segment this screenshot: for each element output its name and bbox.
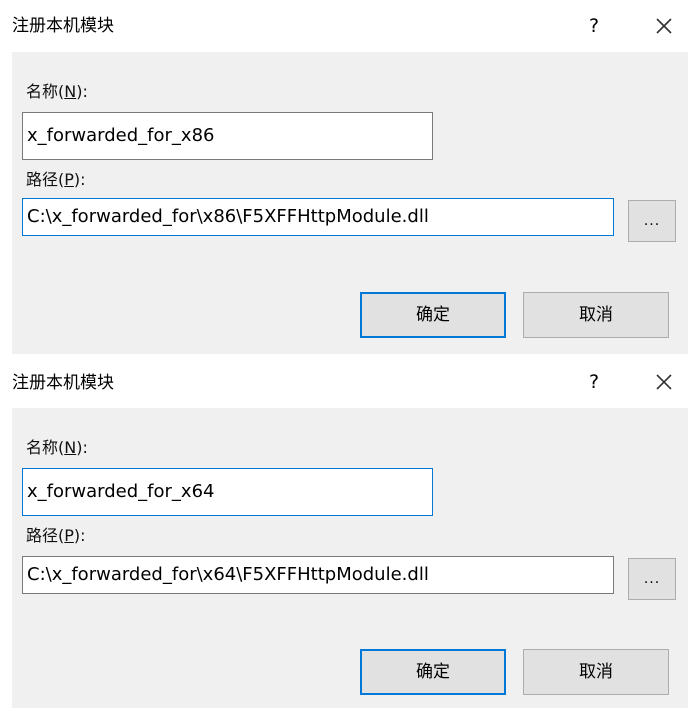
browse-button[interactable]: ... <box>628 200 676 242</box>
dialog-body: 名称(N): x_forwarded_for_x64 路径(P): C:\x_f… <box>12 408 688 708</box>
dialog-title-bar: 注册本机模块 ? <box>0 354 688 406</box>
name-input-value: x_forwarded_for_x86 <box>27 125 215 146</box>
path-input[interactable]: C:\x_forwarded_for\x64\F5XFFHttpModule.d… <box>22 556 614 594</box>
register-native-module-dialog-x64: 注册本机模块 ? 名称(N): x_forwarded_for_x64 路径(P… <box>0 354 688 708</box>
register-native-module-dialog-x86: 注册本机模块 ? 名称(N): x_forwarded_for_x86 路径(P… <box>0 0 688 354</box>
name-input[interactable]: x_forwarded_for_x86 <box>22 112 433 160</box>
cancel-button[interactable]: 取消 <box>523 292 669 338</box>
dialog-body: 名称(N): x_forwarded_for_x86 路径(P): C:\x_f… <box>12 52 688 354</box>
name-label: 名称(N): <box>26 438 88 457</box>
dialog-title: 注册本机模块 <box>12 373 114 393</box>
name-input[interactable]: x_forwarded_for_x64 <box>22 468 433 516</box>
close-button[interactable] <box>648 366 680 398</box>
ok-button[interactable]: 确定 <box>360 292 506 338</box>
help-button[interactable]: ? <box>578 368 610 396</box>
ok-button[interactable]: 确定 <box>360 649 506 695</box>
close-icon <box>656 18 672 34</box>
name-label: 名称(N): <box>26 82 88 101</box>
help-button[interactable]: ? <box>578 12 610 40</box>
path-label: 路径(P): <box>26 526 86 545</box>
close-icon <box>656 374 672 390</box>
path-input-value: C:\x_forwarded_for\x86\F5XFFHttpModule.d… <box>27 206 429 227</box>
path-input-value: C:\x_forwarded_for\x64\F5XFFHttpModule.d… <box>27 564 429 585</box>
dialog-title: 注册本机模块 <box>12 16 114 36</box>
cancel-button[interactable]: 取消 <box>523 649 669 695</box>
name-input-value: x_forwarded_for_x64 <box>27 481 215 502</box>
close-button[interactable] <box>648 10 680 42</box>
dialog-title-bar: 注册本机模块 ? <box>0 0 688 52</box>
path-label: 路径(P): <box>26 170 86 189</box>
browse-button[interactable]: ... <box>628 558 676 600</box>
path-input[interactable]: C:\x_forwarded_for\x86\F5XFFHttpModule.d… <box>22 198 614 236</box>
